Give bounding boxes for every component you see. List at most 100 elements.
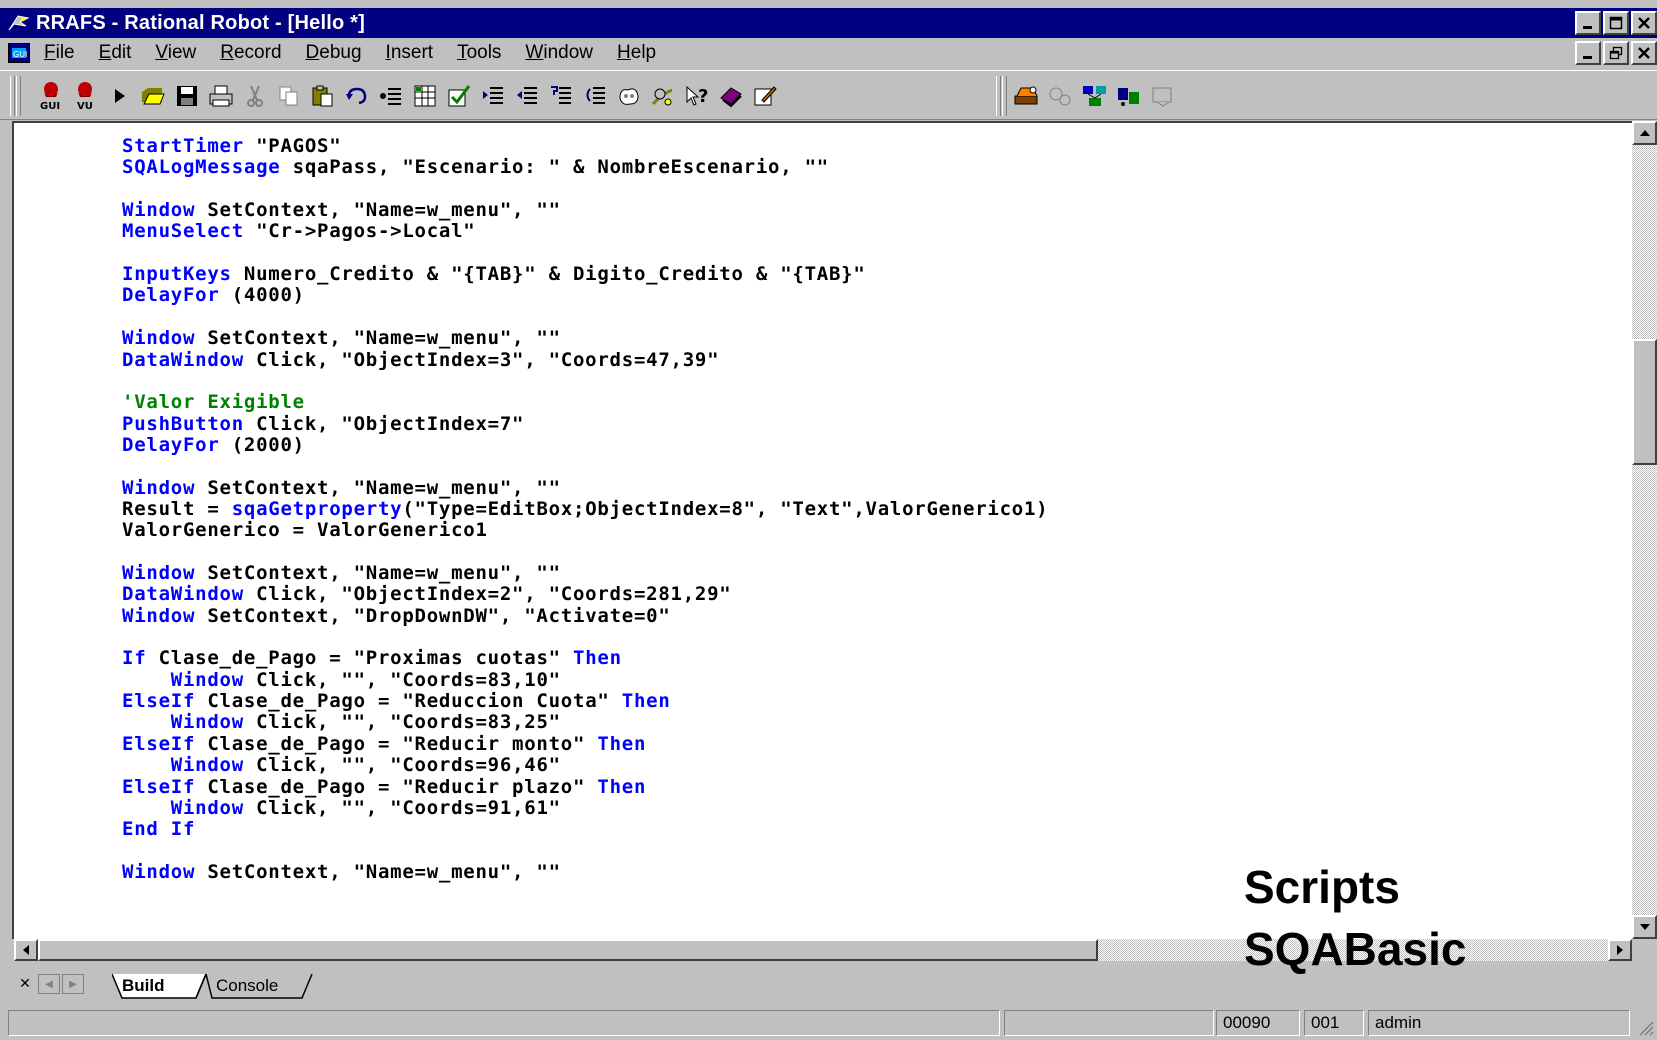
code-line[interactable]: Result = sqaGetproperty("Type=EditBox;Ob…	[122, 498, 1048, 520]
toolbar-grip[interactable]	[10, 76, 15, 116]
vertical-scrollbar[interactable]	[1632, 121, 1657, 939]
scroll-left-button[interactable]	[14, 939, 38, 961]
network-icon[interactable]	[1078, 79, 1112, 113]
menu-item[interactable]: File	[44, 42, 75, 64]
menu-item[interactable]: Help	[617, 42, 656, 64]
document-minimize-button[interactable]	[1575, 41, 1601, 65]
tab-console[interactable]: Console	[216, 974, 278, 998]
close-button[interactable]	[1631, 11, 1657, 35]
code-line[interactable]: ElseIf Clase_de_Pago = "Reducir plazo" T…	[122, 776, 646, 798]
tab-build-label: Build	[122, 976, 165, 995]
code-text: SetContext, "Name=w_menu", ""	[195, 476, 561, 499]
code-line[interactable]: Window Click, "", "Coords=96,46"	[122, 754, 561, 776]
code-line[interactable]: Window Click, "", "Coords=83,25"	[122, 711, 561, 733]
vertical-scroll-thumb[interactable]	[1632, 339, 1657, 465]
scroll-up-button[interactable]	[1632, 121, 1657, 145]
code-line[interactable]: ElseIf Clase_de_Pago = "Reduccion Cuota"…	[122, 690, 671, 712]
code-line[interactable]: End If	[122, 818, 195, 840]
library-icon[interactable]	[714, 79, 748, 113]
playback-icon[interactable]	[102, 79, 136, 113]
verification-point-icon[interactable]	[442, 79, 476, 113]
tab-prev-button[interactable]: ▶	[62, 974, 84, 994]
menu-accelerator: T	[457, 42, 467, 63]
menu-item[interactable]: Tools	[457, 42, 501, 64]
sitemap-icon[interactable]	[1044, 79, 1078, 113]
status-line-number: 00090	[1216, 1010, 1300, 1036]
menu-item[interactable]: Window	[525, 42, 593, 64]
object-properties-icon[interactable]	[612, 79, 646, 113]
options-icon[interactable]	[1146, 79, 1180, 113]
code-line[interactable]: SQALogMessage sqaPass, "Escenario: " & N…	[122, 156, 829, 178]
window-title: RRAFS - Rational Robot - [Hello *]	[36, 11, 365, 34]
undo-icon[interactable]	[340, 79, 374, 113]
indent-icon[interactable]	[476, 79, 510, 113]
code-line[interactable]: 'Valor Exigible	[122, 391, 305, 413]
code-line[interactable]: DelayFor (4000)	[122, 284, 305, 306]
toolbar-grip[interactable]	[996, 76, 1001, 116]
menu-item[interactable]: Edit	[99, 42, 132, 64]
code-line[interactable]: DataWindow Click, "ObjectIndex=2", "Coor…	[122, 583, 731, 605]
code-line[interactable]: Window Click, "", "Coords=83,10"	[122, 669, 561, 691]
script-document-icon[interactable]: GUI	[8, 43, 30, 63]
code-line[interactable]: Window SetContext, "Name=w_menu", ""	[122, 477, 561, 499]
paste-icon[interactable]	[306, 79, 340, 113]
scroll-down-button[interactable]	[1632, 915, 1657, 939]
scroll-right-button[interactable]	[1608, 939, 1632, 961]
document-close-button[interactable]	[1631, 41, 1657, 65]
minimize-button[interactable]	[1575, 11, 1601, 35]
code-line[interactable]: Window SetContext, "Name=w_menu", ""	[122, 199, 561, 221]
cut-icon[interactable]	[238, 79, 272, 113]
menu-item[interactable]: View	[155, 42, 196, 64]
code-keyword: ElseIf	[122, 775, 196, 798]
code-line[interactable]: StartTimer "PAGOS"	[122, 135, 341, 157]
copy-icon[interactable]	[272, 79, 306, 113]
maximize-button[interactable]	[1603, 11, 1629, 35]
outdent-icon[interactable]	[510, 79, 544, 113]
test-manager-icon[interactable]	[1010, 79, 1044, 113]
code-line[interactable]: MenuSelect "Cr->Pagos->Local"	[122, 220, 475, 242]
close-output-icon[interactable]: ✕	[14, 974, 36, 994]
context-help-icon[interactable]: ?	[680, 79, 714, 113]
title-bar[interactable]: RRAFS - Rational Robot - [Hello *]	[0, 8, 1657, 38]
tab-first-button[interactable]: ◀	[38, 974, 60, 994]
code-line[interactable]: If Clase_de_Pago = "Proximas cuotas" The…	[122, 647, 622, 669]
code-text: SetContext, "Name=w_menu", ""	[195, 327, 561, 350]
menu-item[interactable]: Debug	[306, 42, 362, 64]
record-gui-script-icon[interactable]: GUI	[34, 79, 68, 113]
tab-build[interactable]: Build	[122, 974, 165, 998]
toolbar-grip[interactable]	[16, 76, 21, 116]
grid-view-icon[interactable]	[408, 79, 442, 113]
code-text: Click, "ObjectIndex=7"	[243, 412, 525, 435]
toolbar-grip[interactable]	[1002, 76, 1007, 116]
edit-notepad-icon[interactable]	[748, 79, 782, 113]
resize-grip-icon[interactable]	[1636, 1018, 1654, 1036]
code-keyword: Window	[170, 796, 244, 819]
record-vu-script-icon[interactable]: VU	[68, 79, 102, 113]
satellite-icon[interactable]	[646, 79, 680, 113]
code-line[interactable]: DataWindow Click, "ObjectIndex=3", "Coor…	[122, 349, 719, 371]
uncomment-block-icon[interactable]	[578, 79, 612, 113]
code-line[interactable]: Window Click, "", "Coords=91,61"	[122, 797, 561, 819]
code-line[interactable]: ElseIf Clase_de_Pago = "Reducir monto" T…	[122, 733, 646, 755]
code-line[interactable]: PushButton Click, "ObjectIndex=7"	[122, 413, 524, 435]
code-line[interactable]: InputKeys Numero_Credito & "{TAB}" & Dig…	[122, 263, 866, 285]
code-line[interactable]: Window SetContext, "DropDownDW", "Activa…	[122, 605, 671, 627]
script-editor[interactable]: StartTimer "PAGOS" SQALogMessage sqaPass,…	[12, 121, 1632, 939]
menu-item[interactable]: Insert	[386, 42, 434, 64]
code-line[interactable]: ValorGenerico = ValorGenerico1	[122, 519, 488, 541]
code-line[interactable]: Window SetContext, "Name=w_menu", ""	[122, 327, 561, 349]
insert-datapool-icon[interactable]	[374, 79, 408, 113]
horizontal-scroll-thumb[interactable]	[38, 939, 1098, 961]
code-line[interactable]: DelayFor (2000)	[122, 434, 305, 456]
print-icon[interactable]	[204, 79, 238, 113]
comment-block-icon[interactable]	[544, 79, 578, 113]
menu-item[interactable]: Record	[220, 42, 281, 64]
save-icon[interactable]	[170, 79, 204, 113]
code-keyword: sqaGetproperty	[231, 497, 403, 520]
code-line[interactable]: Window SetContext, "Name=w_menu", ""	[122, 861, 561, 883]
users-icon[interactable]	[1112, 79, 1146, 113]
open-folder-icon[interactable]	[136, 79, 170, 113]
document-restore-button[interactable]	[1603, 41, 1629, 65]
code-line[interactable]: Window SetContext, "Name=w_menu", ""	[122, 562, 561, 584]
